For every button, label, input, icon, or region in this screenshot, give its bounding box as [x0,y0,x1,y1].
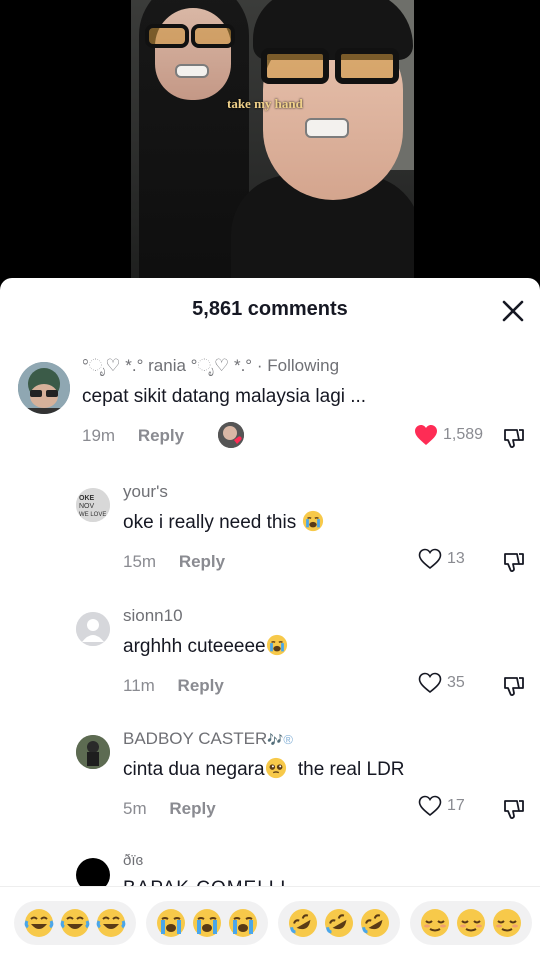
like-count: 35 [447,674,465,691]
dislike-icon[interactable] [502,797,526,821]
like-button[interactable]: 35 [418,672,465,694]
comment-time: 11m [123,676,155,695]
relieved-face-icon [457,909,485,937]
comment-text-wrap: arghhh cuteeeee [123,634,288,658]
comment-item: BADBOY CASTER🎶® cinta dua negara the rea… [0,729,540,839]
comment-text: arghhh cuteeeee [123,636,266,657]
laughing-tears-icon [60,909,90,937]
svg-text:WE LOVE: WE LOVE [79,512,106,518]
username-suffix: 🎶® [267,732,293,747]
emoji-relieved-button[interactable] [410,901,532,945]
glasses-left-lens [145,24,189,48]
comments-header: 5,861 comments [0,278,540,340]
video-teeth-left [175,64,209,78]
emoji-rolling-laugh-button[interactable] [278,901,400,945]
svg-text:OKE: OKE [79,495,95,502]
video-teeth-right [305,118,349,138]
comment-item: OKE NOV WE LOVE your's oke i really need… [0,482,540,592]
avatar[interactable] [76,612,110,646]
like-button[interactable]: 17 [418,795,465,817]
heart-filled-icon [415,425,437,445]
svg-text:NOV: NOV [79,503,95,510]
creator-liked-badge [218,422,244,448]
video-face-left [155,8,231,100]
glasses-right-lens [335,48,399,84]
dislike-icon[interactable] [502,426,526,450]
like-button[interactable]: 13 [418,548,465,570]
laughing-tears-icon [24,909,54,937]
comment-text-after: the real LDR [297,759,405,780]
video-caption: take my hand [227,96,303,111]
emoji-quick-bar [0,886,540,960]
like-count: 17 [447,797,465,814]
comment-username[interactable]: BADBOY CASTER [123,729,267,748]
comment-text: cepat sikit datang malaysia lagi ... [82,386,367,407]
comment-item: sionn10 arghhh cuteeeee 11m Reply 35 [0,606,540,716]
reply-button[interactable]: Reply [179,552,225,571]
like-count: 1,589 [443,426,484,443]
crying-loud-icon [193,909,221,937]
glasses-right-lens [261,48,329,84]
pleading-face-icon [265,757,286,779]
avatar[interactable] [18,362,70,414]
crying-face-icon [266,634,287,656]
reply-button[interactable]: Reply [178,676,224,695]
video-frame: take my hand [131,0,414,300]
laughing-tears-icon [96,909,126,937]
comment-username[interactable]: ðïɞ [123,852,143,869]
default-avatar-icon [76,612,110,646]
crying-loud-icon [229,909,257,937]
rolling-laugh-icon [361,909,389,937]
comment-text-wrap: oke i really need this [123,510,324,534]
crying-loud-icon [157,909,185,937]
comment-time: 19m [82,426,116,445]
dislike-icon[interactable] [502,674,526,698]
avatar-image [76,735,110,769]
avatar-image: OKE NOV WE LOVE [76,488,110,522]
avatar[interactable]: OKE NOV WE LOVE [76,488,110,522]
reply-button[interactable]: Reply [138,426,184,445]
heart-outline-icon [418,548,442,570]
crying-face-icon [302,510,323,532]
emoji-crying-button[interactable] [146,901,268,945]
avatar[interactable] [76,735,110,769]
rolling-laugh-icon [325,909,353,937]
comment-time: 15m [123,552,157,571]
comments-sheet: 5,861 comments °ೃ♡ *.° rania °ೃ♡ *.° · F… [0,278,540,960]
following-label: · Following [256,356,340,375]
relieved-face-icon [493,909,521,937]
video-player[interactable]: take my hand [0,0,540,300]
comment-username[interactable]: °ೃ♡ *.° rania °ೃ♡ *.° [82,356,252,375]
like-button[interactable]: 1,589 [414,424,483,446]
heart-outline-icon [418,672,442,694]
comment-text-wrap: cinta dua negara the real LDR [123,757,405,781]
reply-button[interactable]: Reply [169,799,215,818]
close-icon[interactable] [500,298,526,324]
comment-username[interactable]: your's [123,482,168,502]
emoji-laughing-tears-button[interactable] [14,901,136,945]
glasses-left-lens [191,24,235,48]
heart-outline-icon [418,795,442,817]
creator-liked-avatar [218,422,244,448]
comment-username[interactable]: sionn10 [123,606,183,626]
comment-text: cinta dua negara [123,759,265,780]
avatar-image [18,362,70,414]
comment-time: 5m [123,799,147,818]
like-count: 13 [447,550,465,567]
relieved-face-icon [421,909,449,937]
comment-count: 5,861 comments [192,298,348,320]
dislike-icon[interactable] [502,550,526,574]
comment-text: oke i really need this [123,512,297,533]
comment-item: °ೃ♡ *.° rania °ೃ♡ *.° · Following cepat … [0,356,540,466]
rolling-laugh-icon [289,909,317,937]
